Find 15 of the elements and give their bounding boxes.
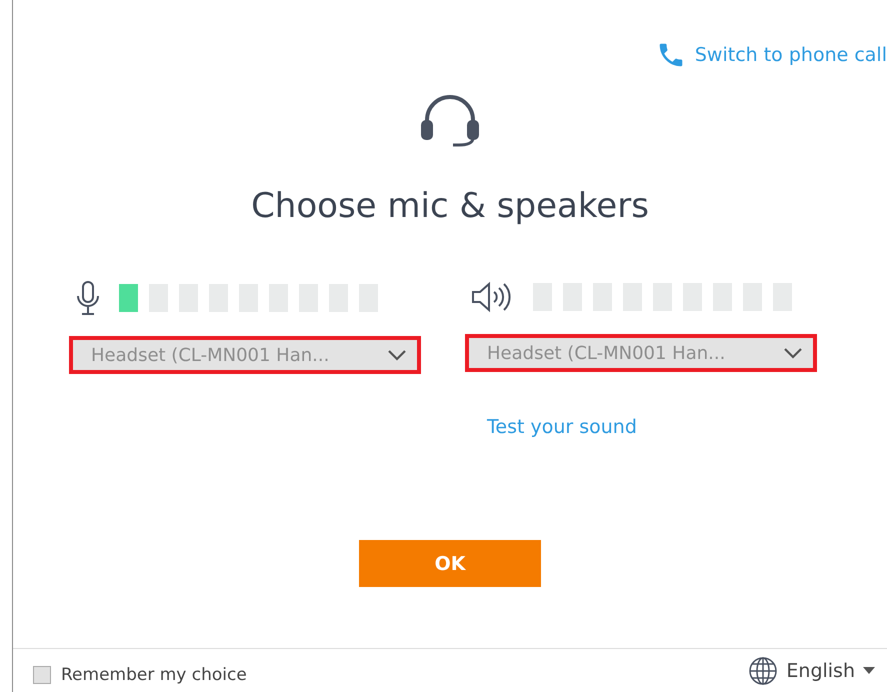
language-dropdown[interactable]: English — [748, 656, 875, 686]
remember-checkbox[interactable] — [33, 666, 51, 684]
microphone-icon — [75, 280, 101, 316]
device-dropdown[interactable]: Headset (CL-MN001 Han... — [465, 334, 817, 372]
test-sound-link[interactable]: Test your sound — [487, 416, 637, 438]
dialog-title: Choose mic & speakers — [251, 186, 649, 226]
chevron-down-icon — [387, 349, 407, 361]
caret-icon — [863, 666, 875, 674]
chevron-down-icon — [783, 347, 803, 359]
switch-to-phone-link[interactable]: Switch to phone call — [654, 40, 887, 70]
globe-icon — [748, 656, 778, 686]
headset-icon — [419, 92, 481, 148]
device-dropdown[interactable]: Headset (CL-MN001 Han... — [69, 336, 421, 374]
ok-button[interactable]: OK — [359, 540, 541, 587]
remember-label: Remember my choice — [61, 664, 247, 684]
